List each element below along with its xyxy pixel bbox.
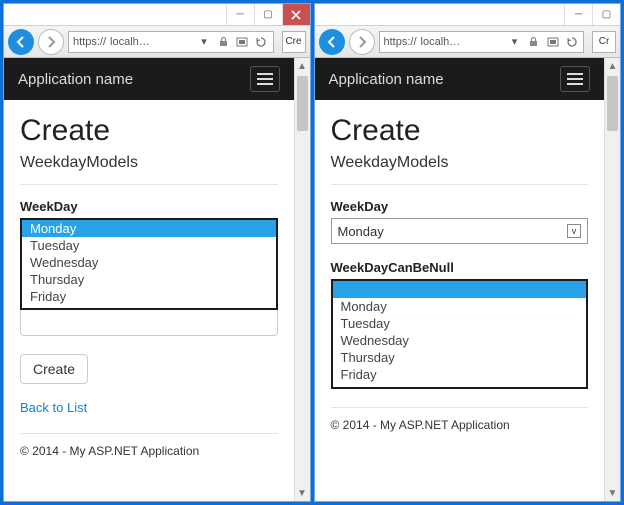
scroll-down-icon[interactable]: ▼ — [605, 485, 620, 501]
arrow-left-icon — [325, 35, 339, 49]
tab-label: Cre — [285, 36, 301, 47]
menu-toggle-button[interactable] — [250, 66, 280, 92]
window-maximize-button[interactable]: ▢ — [592, 4, 620, 25]
browser-toolbar: https:// localh… ▾ Cr — [315, 26, 621, 58]
weekday-nullable-option-monday[interactable]: Monday — [333, 298, 587, 315]
url-scheme-text: https:// — [384, 36, 417, 48]
underlying-input — [20, 310, 278, 336]
divider — [331, 184, 589, 185]
arrow-right-icon — [44, 35, 58, 49]
page-viewport: Application name Create WeekdayModels We… — [315, 58, 605, 501]
weekday-option-thursday[interactable]: Thursday — [22, 271, 276, 288]
search-dropdown-icon[interactable]: ▾ — [507, 34, 522, 49]
weekday-nullable-listbox[interactable]: Monday Tuesday Wednesday Thursday Friday — [331, 279, 589, 389]
weekday-nullable-option-tuesday[interactable]: Tuesday — [333, 315, 587, 332]
arrow-left-icon — [14, 35, 28, 49]
weekday-select-value: Monday — [338, 224, 384, 239]
window-titlebar: ─ ▢ — [315, 4, 621, 26]
search-dropdown-icon[interactable]: ▾ — [197, 34, 212, 49]
weekday-option-friday[interactable]: Friday — [22, 288, 276, 305]
app-title: Application name — [329, 71, 444, 88]
create-button[interactable]: Create — [20, 354, 88, 384]
page-heading: Create — [331, 114, 589, 148]
nav-forward-button[interactable] — [38, 29, 64, 55]
chevron-down-icon: v — [567, 224, 581, 238]
vertical-scrollbar[interactable]: ▲ ▼ — [604, 58, 620, 501]
weekday-nullable-option-friday[interactable]: Friday — [333, 366, 587, 383]
browser-tab[interactable]: Cre — [282, 31, 306, 53]
weekday-option-tuesday[interactable]: Tuesday — [22, 237, 276, 254]
refresh-icon[interactable] — [564, 34, 579, 49]
address-bar[interactable]: https:// localh… ▾ — [68, 31, 274, 53]
page-subheading: WeekdayModels — [20, 154, 278, 172]
window-close-button[interactable] — [282, 4, 310, 25]
weekday-nullable-option-empty[interactable] — [333, 281, 587, 298]
browser-tab[interactable]: Cr — [592, 31, 616, 53]
app-header: Application name — [315, 58, 605, 100]
weekday-listbox[interactable]: Monday Tuesday Wednesday Thursday Friday — [20, 218, 278, 310]
browser-window-left: ─ ▢ https:// localh… ▾ — [3, 3, 311, 502]
arrow-right-icon — [355, 35, 369, 49]
lock-icon — [526, 34, 541, 49]
page-content: Create WeekdayModels WeekDay Monday Tues… — [4, 100, 294, 468]
window-minimize-button[interactable]: ─ — [226, 4, 254, 25]
scroll-up-icon[interactable]: ▲ — [605, 58, 620, 74]
refresh-icon[interactable] — [254, 34, 269, 49]
divider — [20, 184, 278, 185]
back-to-list-link[interactable]: Back to List — [20, 400, 278, 415]
vertical-scrollbar[interactable]: ▲ ▼ — [294, 58, 310, 501]
weekday-select[interactable]: Monday v — [331, 218, 589, 244]
close-icon — [291, 10, 301, 20]
app-header: Application name — [4, 58, 294, 100]
lock-icon — [216, 34, 231, 49]
app-title: Application name — [18, 71, 133, 88]
scroll-thumb[interactable] — [607, 76, 618, 131]
weekday-option-monday[interactable]: Monday — [22, 220, 276, 237]
weekday-nullable-option-thursday[interactable]: Thursday — [333, 349, 587, 366]
browser-window-right: ─ ▢ https:// localh… ▾ — [314, 3, 622, 502]
scroll-down-icon[interactable]: ▼ — [295, 485, 310, 501]
browser-toolbar: https:// localh… ▾ Cre — [4, 26, 310, 58]
scroll-up-icon[interactable]: ▲ — [295, 58, 310, 74]
compat-view-icon[interactable] — [545, 34, 560, 49]
page-heading: Create — [20, 114, 278, 148]
window-maximize-button[interactable]: ▢ — [254, 4, 282, 25]
url-host-text: localh… — [421, 36, 461, 48]
page-footer: © 2014 - My ASP.NET Application — [20, 433, 278, 458]
nav-forward-button[interactable] — [349, 29, 375, 55]
desktop-canvas: ─ ▢ https:// localh… ▾ — [0, 0, 624, 505]
page-viewport: Application name Create WeekdayModels We… — [4, 58, 294, 501]
weekday-option-wednesday[interactable]: Wednesday — [22, 254, 276, 271]
url-scheme-text: https:// — [73, 36, 106, 48]
nav-back-button[interactable] — [8, 29, 34, 55]
window-titlebar: ─ ▢ — [4, 4, 310, 26]
window-minimize-button[interactable]: ─ — [564, 4, 592, 25]
page-subheading: WeekdayModels — [331, 154, 589, 172]
tab-label: Cr — [599, 36, 610, 47]
page-content: Create WeekdayModels WeekDay Monday v We… — [315, 100, 605, 442]
address-bar[interactable]: https:// localh… ▾ — [379, 31, 585, 53]
url-host-text: localh… — [110, 36, 150, 48]
page-footer: © 2014 - My ASP.NET Application — [331, 407, 589, 432]
weekday-label: WeekDay — [20, 199, 278, 214]
weekday-label: WeekDay — [331, 199, 589, 214]
menu-toggle-button[interactable] — [560, 66, 590, 92]
weekday-nullable-label: WeekDayCanBeNull — [331, 260, 589, 275]
compat-view-icon[interactable] — [235, 34, 250, 49]
nav-back-button[interactable] — [319, 29, 345, 55]
weekday-nullable-option-wednesday[interactable]: Wednesday — [333, 332, 587, 349]
scroll-thumb[interactable] — [297, 76, 308, 131]
